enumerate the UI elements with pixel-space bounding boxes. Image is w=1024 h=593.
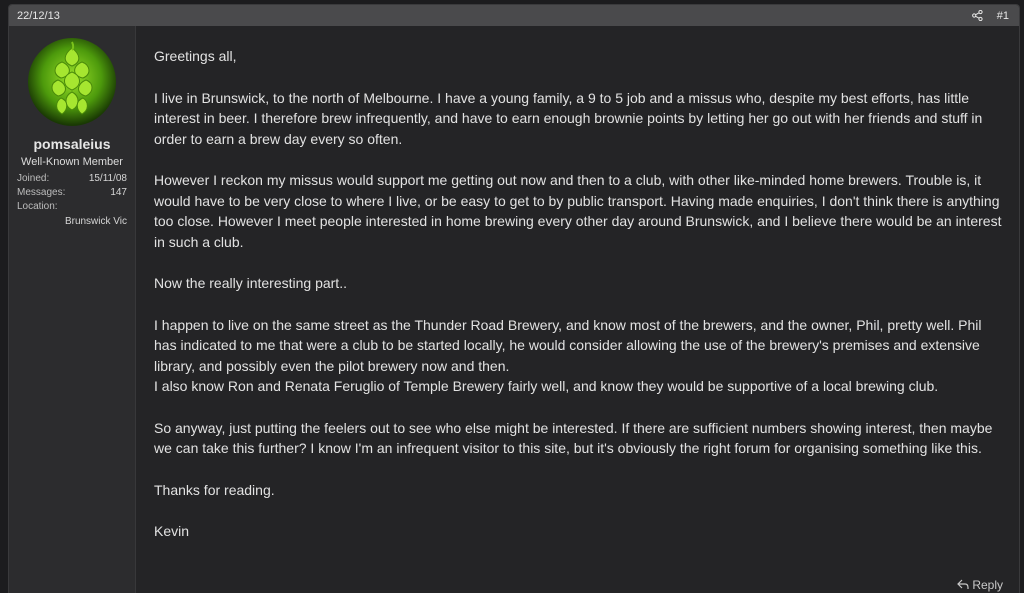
message-signature: Kevin — [154, 521, 1003, 542]
post-header-actions: #1 — [972, 10, 1009, 22]
avatar[interactable] — [28, 38, 116, 126]
stat-label: Location: — [17, 201, 58, 215]
post-number[interactable]: #1 — [997, 10, 1009, 22]
message-paragraph: So anyway, just putting the feelers out … — [154, 418, 1003, 459]
message-paragraph: I live in Brunswick, to the north of Mel… — [154, 88, 1003, 150]
hop-cone-icon — [28, 38, 116, 126]
message-paragraph: However I reckon my missus would support… — [154, 170, 1003, 252]
user-info-panel: pomsaleius Well-Known Member Joined: 15/… — [9, 26, 136, 593]
reply-label: Reply — [972, 575, 1003, 593]
location-value[interactable]: Brunswick Vic — [9, 216, 135, 227]
post-date[interactable]: 22/12/13 — [17, 10, 60, 22]
message-paragraph: I also know Ron and Renata Feruglio of T… — [154, 376, 1003, 397]
stat-label: Joined: — [17, 173, 49, 187]
reply-button[interactable]: Reply — [957, 575, 1003, 593]
stat-value: 15/11/08 — [89, 173, 127, 187]
message-paragraph: Thanks for reading. — [154, 480, 1003, 501]
message-paragraph: I happen to live on the same street as t… — [154, 315, 1003, 377]
stat-label: Messages: — [17, 187, 65, 201]
post-header: 22/12/13 #1 — [9, 5, 1019, 26]
reply-icon — [957, 579, 969, 590]
stat-row-joined: Joined: 15/11/08 — [17, 173, 127, 187]
forum-post: 22/12/13 #1 — [8, 4, 1020, 593]
share-icon[interactable] — [972, 10, 983, 21]
user-title: Well-Known Member — [9, 156, 135, 168]
message-paragraph: Now the really interesting part.. — [154, 273, 1003, 294]
stat-value[interactable]: 147 — [110, 187, 127, 201]
post-body: pomsaleius Well-Known Member Joined: 15/… — [9, 26, 1019, 593]
user-stats: Joined: 15/11/08 Messages: 147 Location: — [9, 173, 135, 215]
post-message: Greetings all, I live in Brunswick, to t… — [136, 26, 1019, 593]
message-paragraph: Greetings all, — [154, 46, 1003, 67]
stat-row-messages: Messages: 147 — [17, 187, 127, 201]
stat-row-location: Location: — [17, 201, 127, 215]
username[interactable]: pomsaleius — [9, 136, 135, 152]
